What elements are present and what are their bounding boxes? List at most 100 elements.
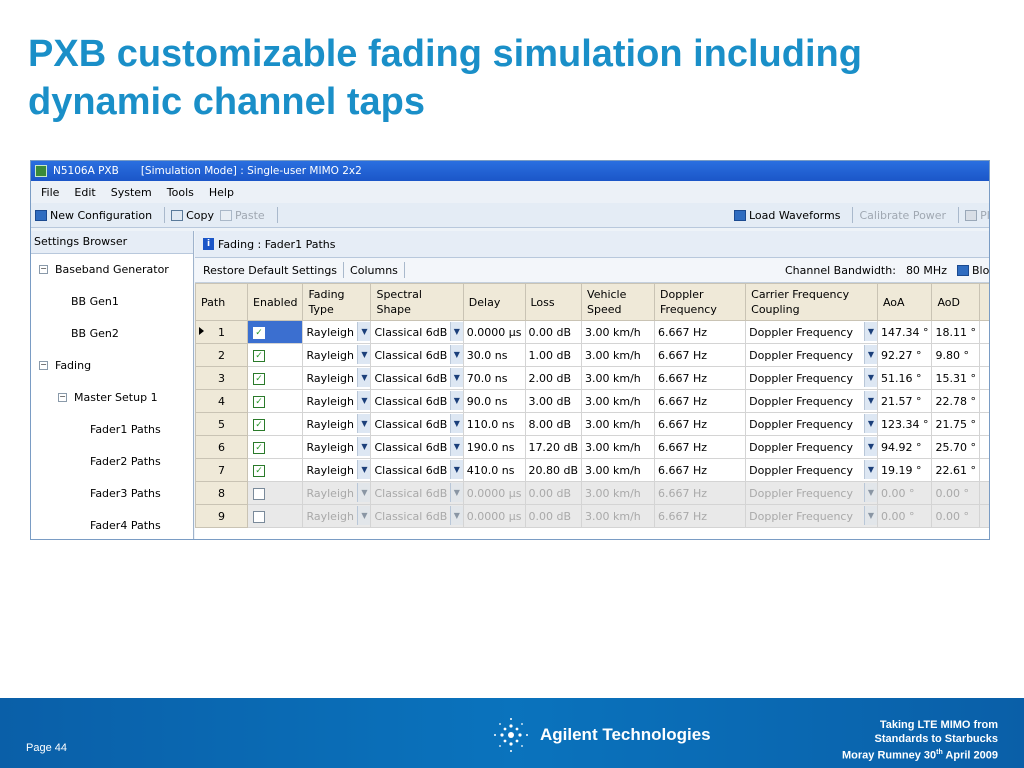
checkbox-checked-icon[interactable]: ✓ [253,349,266,362]
fading-type-select[interactable]: Rayleigh ▼ [302,343,372,367]
vehicle-speed-cell[interactable]: 3.00 km/h [581,458,656,482]
tree-item-fading[interactable]: − Fading [39,359,91,372]
enabled-cell[interactable] [247,504,304,528]
fading-type-select[interactable]: Rayleigh ▼ [302,366,372,390]
tree-item-bb-gen2[interactable]: BB Gen2 [71,327,119,340]
fading-type-select[interactable]: Rayleigh ▼ [302,389,372,413]
carrier-coupling-select[interactable]: Doppler Frequency ▼ [745,504,878,528]
doppler-frequency-cell[interactable]: 6.667 Hz [654,412,747,436]
doppler-frequency-cell[interactable]: 6.667 Hz [654,366,747,390]
delay-cell[interactable]: 0.0000 µs [462,481,526,505]
loss-cell[interactable]: 20.80 dB [524,458,583,482]
spectral-shape-select[interactable]: Classical 6dB ▼ [370,366,464,390]
carrier-coupling-select[interactable]: Doppler Frequency ▼ [745,343,878,367]
dropdown-arrow-icon[interactable]: ▼ [863,437,877,456]
doppler-frequency-cell[interactable]: 6.667 Hz [654,481,747,505]
enabled-cell[interactable]: ✓ [247,435,304,459]
carrier-coupling-select[interactable]: Doppler Frequency ▼ [745,320,878,344]
table-row[interactable]: 4 ✓ Rayleigh ▼ Classical 6dB ▼ 90.0 ns 3.00 dB 3… [195,389,989,413]
dropdown-arrow-icon[interactable]: ▼ [449,322,463,341]
spectral-shape-select[interactable]: Classical 6dB ▼ [370,343,464,367]
enabled-cell[interactable]: ✓ [247,458,304,482]
col-header-enabled[interactable]: Enabled [247,283,304,321]
doppler-frequency-cell[interactable]: 6.667 Hz [654,504,747,528]
fading-type-select[interactable]: Rayleigh ▼ [302,412,372,436]
dropdown-arrow-icon[interactable]: ▼ [863,414,877,433]
aoa-cell[interactable]: 123.34 ° [876,412,933,436]
new-configuration-button[interactable]: New Configuration [35,209,152,222]
enabled-cell[interactable] [247,481,304,505]
col-header-carrier-coupling[interactable]: Carrier Frequency Coupling [745,283,878,321]
table-row[interactable]: 6 ✓ Rayleigh ▼ Classical 6dB ▼ 190.0 ns 17.20 d… [195,435,989,459]
dropdown-arrow-icon[interactable]: ▼ [449,460,463,479]
enabled-cell[interactable]: ✓ [247,412,304,436]
aod-cell[interactable]: 22.78 ° [931,389,980,413]
delay-cell[interactable]: 110.0 ns [462,412,526,436]
vehicle-speed-cell[interactable]: 3.00 km/h [581,481,656,505]
vehicle-speed-cell[interactable]: 3.00 km/h [581,320,656,344]
row-header[interactable]: 6 [195,435,249,459]
vehicle-speed-cell[interactable]: 3.00 km/h [581,389,656,413]
aoa-cell[interactable]: 19.19 ° [876,458,933,482]
delay-cell[interactable]: 30.0 ns [462,343,526,367]
table-row[interactable]: 3 ✓ Rayleigh ▼ Classical 6dB ▼ 70.0 ns 2.00 dB 3… [195,366,989,390]
collapse-icon[interactable]: − [58,393,67,402]
table-row[interactable]: 9 Rayleigh ▼ Classical 6dB ▼ 0.0000 µs 0.00 dB… [195,504,989,528]
checkbox-checked-icon[interactable]: ✓ [253,326,266,339]
channel-bandwidth-value[interactable]: 80 MHz [906,264,947,277]
menu-system[interactable]: System [105,186,158,199]
doppler-frequency-cell[interactable]: 6.667 Hz [654,389,747,413]
loss-cell[interactable]: 3.00 dB [524,389,583,413]
load-waveforms-button[interactable]: Load Waveforms [734,209,840,222]
loss-cell[interactable]: 8.00 dB [524,412,583,436]
table-row[interactable]: 1 ✓ Rayleigh ▼ Classical 6dB ▼ 0.0000 µs 0.00 d… [195,320,989,344]
carrier-coupling-select[interactable]: Doppler Frequency ▼ [745,458,878,482]
vehicle-speed-cell[interactable]: 3.00 km/h [581,366,656,390]
fading-type-select[interactable]: Rayleigh ▼ [302,481,372,505]
loss-cell[interactable]: 0.00 dB [524,481,583,505]
aoa-cell[interactable]: 147.34 ° [876,320,933,344]
block-diagram-icon[interactable] [956,264,969,276]
tree-item-bb-gen1[interactable]: BB Gen1 [71,295,119,308]
table-row[interactable]: 8 Rayleigh ▼ Classical 6dB ▼ 0.0000 µs 0.00 dB… [195,481,989,505]
fading-type-select[interactable]: Rayleigh ▼ [302,504,372,528]
aod-cell[interactable]: 0.00 ° [931,481,980,505]
table-row[interactable]: 2 ✓ Rayleigh ▼ Classical 6dB ▼ 30.0 ns 1.00 dB 3… [195,343,989,367]
menu-edit[interactable]: Edit [68,186,101,199]
tree-item-fader2-paths[interactable]: Fader2 Paths [90,455,161,468]
delay-cell[interactable]: 410.0 ns [462,458,526,482]
checkbox-checked-icon[interactable]: ✓ [253,464,266,477]
doppler-frequency-cell[interactable]: 6.667 Hz [654,458,747,482]
dropdown-arrow-icon[interactable]: ▼ [357,460,370,479]
dropdown-arrow-icon[interactable]: ▼ [863,322,877,341]
dropdown-arrow-icon[interactable]: ▼ [449,506,463,525]
dropdown-arrow-icon[interactable]: ▼ [449,437,463,456]
calibrate-power-button[interactable]: Calibrate Power [859,209,946,222]
dropdown-arrow-icon[interactable]: ▼ [357,414,370,433]
loss-cell[interactable]: 0.00 dB [524,504,583,528]
dropdown-arrow-icon[interactable]: ▼ [449,345,463,364]
block-button[interactable]: Block [972,264,989,277]
menu-tools[interactable]: Tools [161,186,200,199]
dropdown-arrow-icon[interactable]: ▼ [357,391,370,410]
checkbox-checked-icon[interactable]: ✓ [253,372,266,385]
row-header[interactable]: 4 [195,389,249,413]
row-header[interactable]: 8 [195,481,249,505]
dropdown-arrow-icon[interactable]: ▼ [357,506,370,525]
fading-type-select[interactable]: Rayleigh ▼ [302,435,372,459]
row-header[interactable]: 3 [195,366,249,390]
columns-button[interactable]: Columns [350,264,398,277]
dropdown-arrow-icon[interactable]: ▼ [357,437,370,456]
col-header-spectral-shape[interactable]: Spectral Shape [370,283,464,321]
checkbox-checked-icon[interactable]: ✓ [253,441,266,454]
spectral-shape-select[interactable]: Classical 6dB ▼ [370,504,464,528]
row-header[interactable]: 5 [195,412,249,436]
enabled-cell[interactable]: ✓ [247,320,304,344]
collapse-icon[interactable]: − [39,265,48,274]
doppler-frequency-cell[interactable]: 6.667 Hz [654,320,747,344]
dropdown-arrow-icon[interactable]: ▼ [449,483,463,502]
col-header-doppler-frequency[interactable]: Doppler Frequency [654,283,747,321]
dropdown-arrow-icon[interactable]: ▼ [863,345,877,364]
carrier-coupling-select[interactable]: Doppler Frequency ▼ [745,389,878,413]
col-header-path[interactable]: Path [195,283,249,321]
